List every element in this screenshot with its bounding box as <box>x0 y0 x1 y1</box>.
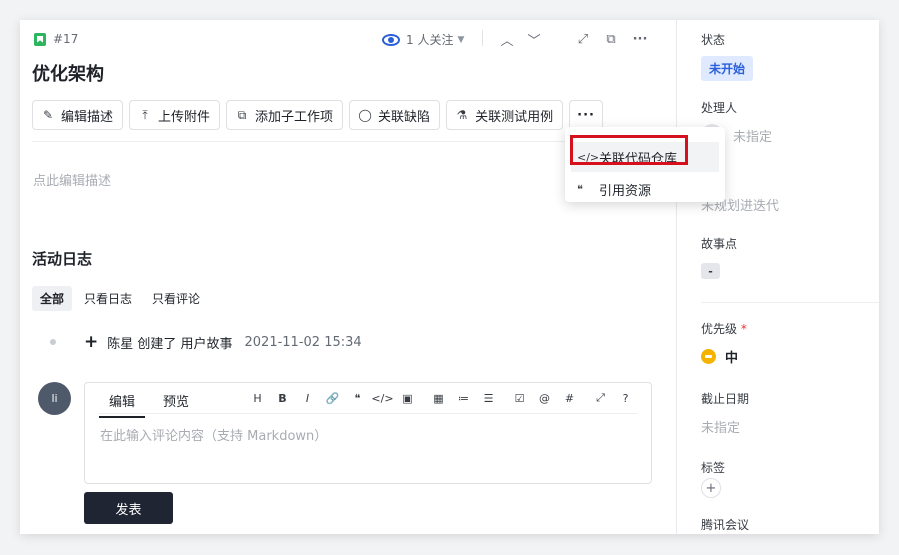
comment-input[interactable]: 在此输入评论内容（支持 Markdown） <box>100 425 327 444</box>
chevron-down-icon: ▼ <box>457 34 465 45</box>
highlight-box <box>570 135 688 165</box>
watch-button[interactable]: 1 人关注 ▼ <box>382 31 464 48</box>
button-label: 关联缺陷 <box>378 109 431 125</box>
meeting-label: 腾讯会议 <box>701 518 750 532</box>
issue-id-text: #17 <box>53 32 79 46</box>
activity-text: 陈星 创建了 用户故事 <box>107 336 233 352</box>
checklist-icon[interactable]: ☑ <box>507 392 532 405</box>
priority-value: 中 <box>725 351 739 366</box>
more-actions-button[interactable]: ··· <box>569 100 604 130</box>
activity-entry: + 陈星 创建了 用户故事 2021-11-02 15:34 <box>50 332 362 352</box>
avatar: li <box>38 382 71 415</box>
add-tag-button[interactable]: + <box>701 478 721 498</box>
issue-detail-card: #17 1 人关注 ▼ ︿ ﹀ ⤢ ⧉ ··· 优化架构 ✎ 编辑描述 ⤒ 上传… <box>20 20 879 534</box>
tags-label: 标签 <box>701 461 726 475</box>
link-testcase-button[interactable]: ⚗ 关联测试用例 <box>446 100 564 130</box>
mention-icon[interactable]: @ <box>532 392 557 405</box>
tab-logs-only[interactable]: 只看日志 <box>76 286 140 311</box>
button-label: 上传附件 <box>158 109 211 125</box>
status-badge[interactable]: 未开始 <box>701 56 754 81</box>
button-label: 关联测试用例 <box>475 109 554 125</box>
fullscreen-icon[interactable]: ⤢ <box>588 391 613 405</box>
button-label: 添加子工作项 <box>255 109 334 125</box>
editor-divider <box>99 413 637 414</box>
link-bug-button[interactable]: ◯ 关联缺陷 <box>349 100 441 130</box>
bold-icon[interactable]: B <box>270 392 295 405</box>
bug-icon: ◯ <box>358 108 372 122</box>
create-icon: + <box>84 332 99 352</box>
pencil-icon: ✎ <box>42 108 54 122</box>
page-title[interactable]: 优化架构 <box>32 60 104 86</box>
deadline-value[interactable]: 未指定 <box>701 417 740 436</box>
expand-icon[interactable]: ⤢ <box>574 30 592 48</box>
subtask-icon: ⧉ <box>237 107 247 122</box>
action-toolbar: ✎ 编辑描述 ⤒ 上传附件 ⧉ 添加子工作项 ◯ 关联缺陷 ⚗ 关联测试用例 ·… <box>32 100 609 130</box>
upload-attachment-button[interactable]: ⤒ 上传附件 <box>129 100 221 130</box>
required-marker: * <box>740 322 747 336</box>
issue-sidebar: 状态 未开始 处理人 未指定 未规划进迭代 故事点 - 优先级 * 中 截止日期… <box>678 20 879 534</box>
chevron-up-icon[interactable]: ︿ <box>498 30 516 49</box>
watch-count: 1 人关注 <box>406 33 454 47</box>
quote-icon[interactable]: ❝ <box>345 392 370 405</box>
upload-icon: ⤒ <box>142 107 148 122</box>
eye-icon <box>382 33 400 46</box>
italic-icon[interactable]: I <box>295 392 320 405</box>
chevron-down-nav-icon[interactable]: ﹀ <box>525 30 543 49</box>
ordered-list-icon[interactable]: ≔ <box>451 392 476 405</box>
image-icon[interactable]: ▣ <box>395 392 420 405</box>
flask-icon: ⚗ <box>456 108 468 122</box>
menu-item-reference-resource[interactable]: ❝ 引用资源 <box>571 174 719 204</box>
more-options-icon[interactable]: ··· <box>631 30 649 48</box>
assignee-label: 处理人 <box>701 101 738 115</box>
edit-description-button[interactable]: ✎ 编辑描述 <box>32 100 124 130</box>
activity-title: 活动日志 <box>32 250 93 268</box>
priority-label: 优先级 * <box>701 320 747 337</box>
timeline-dot <box>50 339 56 345</box>
code-icon[interactable]: </> <box>370 392 395 405</box>
link-icon[interactable]: 🔗 <box>320 392 345 405</box>
tab-all[interactable]: 全部 <box>32 286 73 311</box>
quote-icon: ❝ <box>577 182 583 196</box>
help-icon[interactable]: ? <box>613 392 638 405</box>
header-divider <box>482 30 483 46</box>
heading-icon[interactable]: H <box>245 392 270 405</box>
add-subtask-button[interactable]: ⧉ 添加子工作项 <box>226 100 344 130</box>
button-label: 编辑描述 <box>61 109 114 125</box>
tab-comments-only[interactable]: 只看评论 <box>144 286 208 311</box>
priority-label-text: 优先级 <box>701 322 738 336</box>
issue-id: #17 <box>34 32 78 46</box>
assignee-value[interactable]: 未指定 <box>733 126 772 145</box>
comment-editor: 编辑 预览 H B I 🔗 ❝ </> ▣ ▦ ≔ ☰ ☑ @ # ⤢ ? 在此… <box>84 382 652 484</box>
divider <box>701 302 879 303</box>
hash-icon[interactable]: # <box>557 392 582 405</box>
bullet-list-icon[interactable]: ☰ <box>476 392 501 405</box>
story-type-icon <box>34 32 46 46</box>
activity-tabs: 全部 只看日志 只看评论 <box>32 286 212 311</box>
open-new-window-icon[interactable]: ⧉ <box>602 30 620 48</box>
storypoint-label: 故事点 <box>701 237 738 251</box>
deadline-label: 截止日期 <box>701 392 750 406</box>
priority-medium-icon <box>701 349 716 364</box>
menu-item-label: 引用资源 <box>599 183 652 199</box>
issue-main-panel: #17 1 人关注 ▼ ︿ ﹀ ⤢ ⧉ ··· 优化架构 ✎ 编辑描述 ⤒ 上传… <box>20 20 677 534</box>
submit-comment-button[interactable]: 发表 <box>84 492 173 524</box>
table-icon[interactable]: ▦ <box>426 392 451 405</box>
description-placeholder[interactable]: 点此编辑描述 <box>33 170 111 189</box>
activity-time: 2021-11-02 15:34 <box>244 334 362 350</box>
editor-toolbar: H B I 🔗 ❝ </> ▣ ▦ ≔ ☰ ☑ @ # ⤢ ? <box>245 391 638 405</box>
storypoint-value[interactable]: - <box>701 263 720 279</box>
priority-select[interactable]: 中 <box>701 347 738 366</box>
status-label: 状态 <box>701 33 726 47</box>
